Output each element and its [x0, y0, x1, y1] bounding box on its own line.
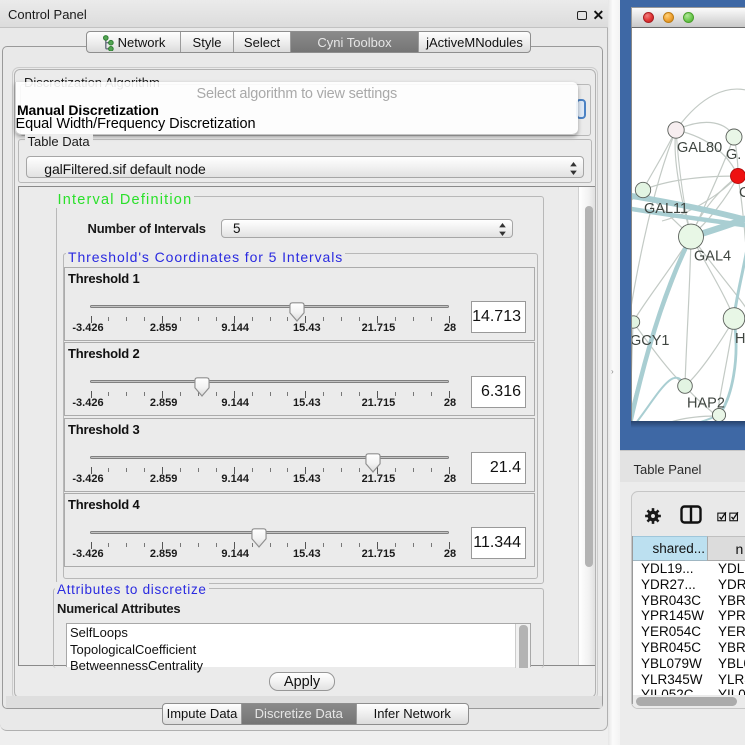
svg-text:HAP2: HAP2: [687, 396, 725, 412]
svg-text:GAL11: GAL11: [644, 201, 688, 217]
svg-text:GCY1: GCY1: [632, 333, 670, 349]
svg-text:GAL4: GAL4: [694, 249, 731, 265]
svg-text:G.: G.: [726, 147, 741, 163]
svg-text:C: C: [739, 185, 745, 201]
svg-text:H: H: [735, 331, 745, 347]
svg-text:GAL80: GAL80: [677, 140, 722, 156]
